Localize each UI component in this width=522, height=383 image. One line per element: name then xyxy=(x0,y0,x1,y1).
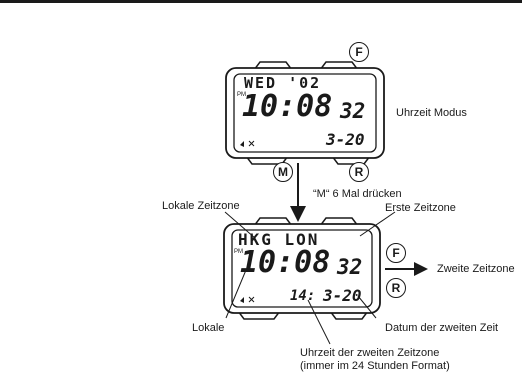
r-button[interactable]: R xyxy=(386,278,406,298)
label-second-time-line2: (immer im 24 Stunden Format) xyxy=(300,360,450,372)
label-second-zone: Zweite Zeitzone xyxy=(437,263,515,275)
label-first-zone: Erste Zeitzone xyxy=(385,202,456,214)
watch-top-time: 10:08 xyxy=(242,89,333,124)
watch-bottom-second-zone-hour: 14: xyxy=(290,288,316,304)
watch-top-seconds: 32 xyxy=(340,99,366,123)
f-button[interactable]: F xyxy=(386,243,406,263)
watch-bottom-date: 3-20 xyxy=(323,286,362,305)
label-second-date: Datum der zweiten Zeit xyxy=(385,322,499,334)
r-button[interactable]: R xyxy=(349,162,369,182)
label-mode: Uhrzeit Modus xyxy=(396,107,467,119)
label-second-time-line1: Uhrzeit der zweiten Zeitzone xyxy=(300,347,440,359)
label-local-zone: Lokale Zeitzone xyxy=(162,200,240,212)
watch-top-date: 3-20 xyxy=(326,130,365,149)
label-press-m: “M“ 6 Mal drücken xyxy=(313,188,402,200)
watch-bottom-time: 10:08 xyxy=(240,245,331,280)
m-button[interactable]: M xyxy=(273,162,293,182)
f-button[interactable]: F xyxy=(349,42,369,62)
label-local: Lokale xyxy=(192,322,225,334)
watch-bottom-seconds: 32 xyxy=(337,255,363,279)
arrow-right xyxy=(385,262,428,276)
